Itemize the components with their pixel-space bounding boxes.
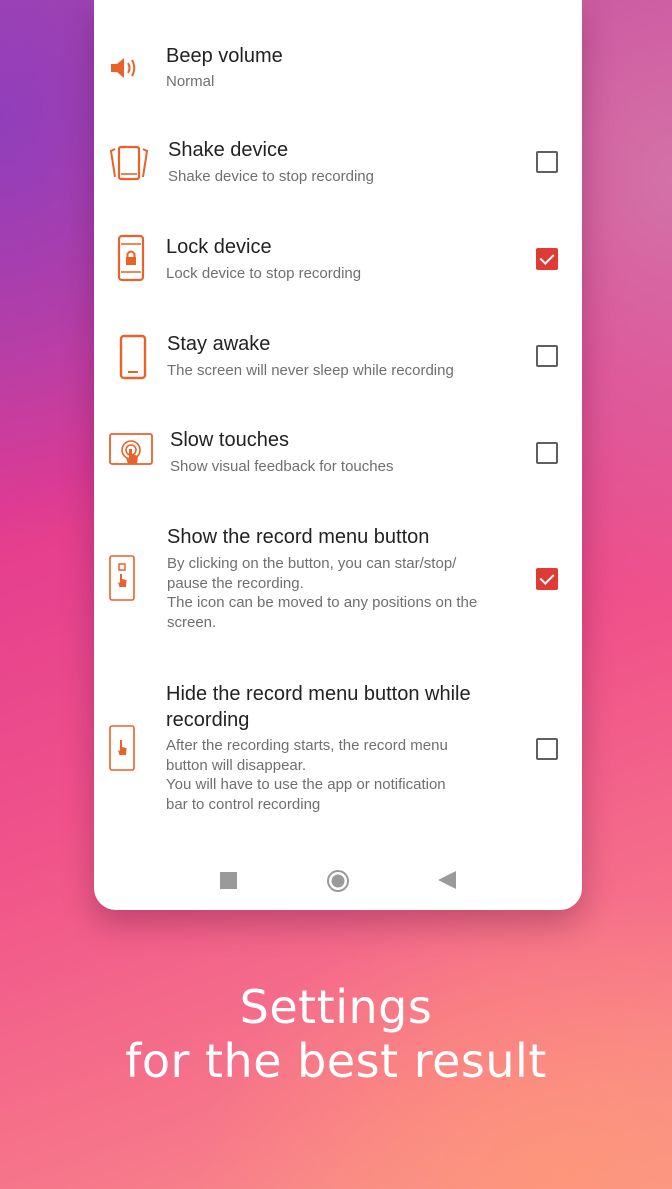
hide-record-menu-checkbox[interactable] [536,738,558,760]
setting-row-shake-device[interactable]: Shake device Shake device to stop record… [94,116,582,212]
hide-record-menu-icon [108,724,136,772]
setting-desc: Normal [166,73,215,90]
setting-desc: The screen will never sleep while record… [167,362,454,379]
title-line: Hide the record menu button while [166,683,471,705]
stay-awake-checkbox[interactable] [536,345,558,367]
lock-device-checkbox[interactable] [536,248,558,270]
back-triangle-icon[interactable] [438,871,456,894]
setting-title: Stay awake [167,333,271,355]
desc-line: button will disappear. [166,756,307,774]
touch-feedback-icon [108,432,154,474]
desc-line: By clicking on the button, you can star/… [167,555,457,572]
desc-line: The icon can be moved to any positions o… [167,594,478,611]
home-circle-icon[interactable] [326,869,350,898]
setting-row-beep-volume[interactable]: Beep volume Normal [94,0,582,110]
caption-line-2: for the best result [125,1034,547,1088]
setting-title: Hide the record menu button while record… [166,681,471,733]
setting-row-slow-touches[interactable]: Slow touches Show visual feedback for to… [94,406,582,502]
phone-icon [118,334,148,380]
caption-line-1: Settings [239,980,433,1034]
setting-row-lock-device[interactable]: Lock device Lock device to stop recordin… [94,212,582,310]
record-menu-icon [108,554,136,602]
lock-device-icon [116,234,146,282]
speaker-icon [108,54,140,82]
desc-line: You will have to use the app or notifica… [166,776,446,793]
desc-line: bar to control recording [166,795,321,813]
setting-title: Shake device [168,139,289,161]
setting-title: Show the record menu button [167,526,430,548]
slow-touches-checkbox[interactable] [536,442,558,464]
navigation-bar [94,860,582,900]
setting-desc: Lock device to stop recording [166,265,362,282]
setting-desc: Shake device to stop recording [168,168,374,185]
desc-line: pause the recording. [167,574,304,592]
shake-device-checkbox[interactable] [536,151,558,173]
settings-screen: Beep volume Normal Shake device Shake de… [94,0,582,910]
desc-line: After the recording starts, the record m… [166,737,448,754]
recents-square-icon[interactable] [220,872,237,894]
setting-title: Lock device [166,236,272,258]
setting-title: Beep volume [166,45,283,67]
setting-title: Slow touches [170,429,289,451]
show-record-menu-checkbox[interactable] [536,568,558,590]
shake-device-icon [108,143,150,183]
setting-desc: After the recording starts, the record m… [166,736,506,814]
desc-line: screen. [167,613,217,631]
setting-row-stay-awake[interactable]: Stay awake The screen will never sleep w… [94,310,582,406]
setting-row-show-record-menu[interactable]: Show the record menu button By clicking … [94,502,582,652]
setting-desc: Show visual feedback for touches [170,458,394,475]
setting-desc: By clicking on the button, you can star/… [167,554,507,632]
setting-row-hide-record-menu[interactable]: Hide the record menu button while record… [94,652,582,852]
title-line: recording [166,709,250,731]
